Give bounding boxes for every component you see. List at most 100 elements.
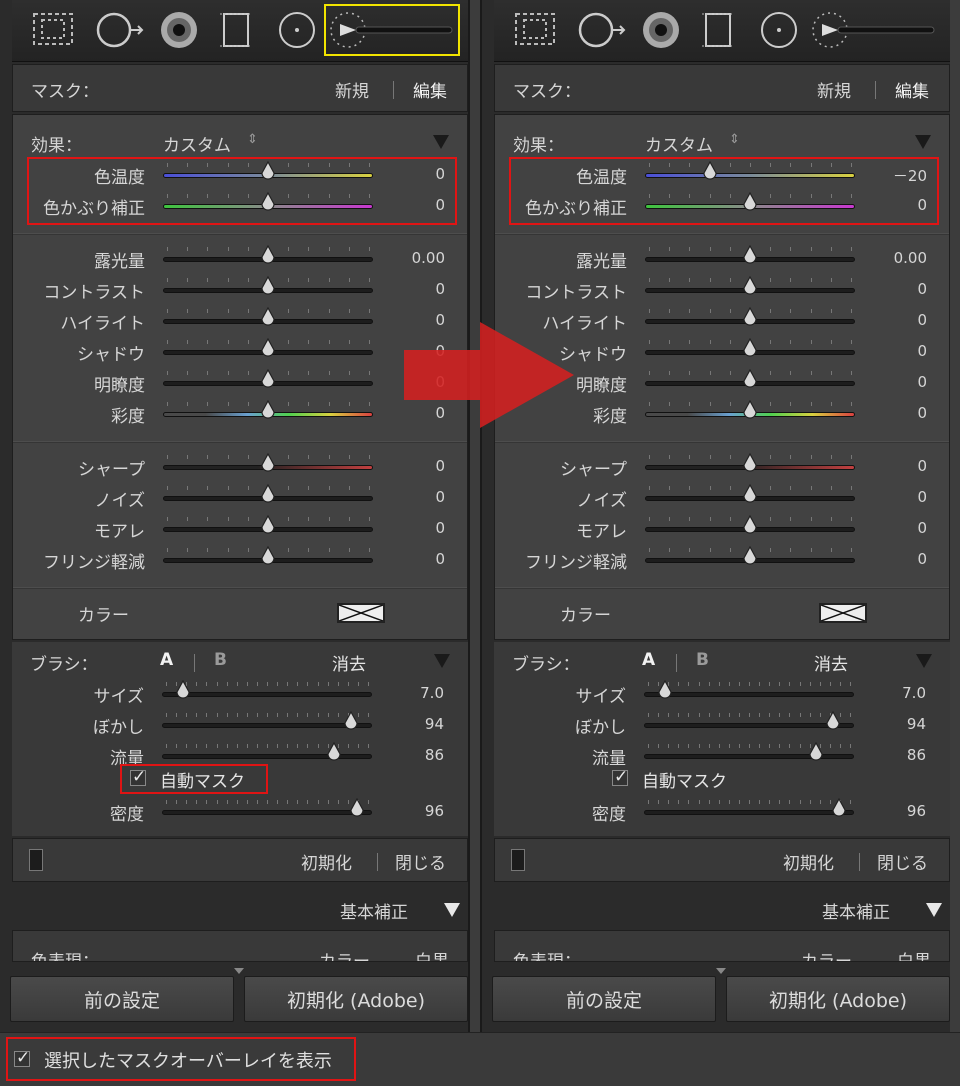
slider-knob-icon[interactable] [742, 453, 758, 475]
reset-adobe-button[interactable]: 初期化 (Adobe) [244, 976, 468, 1022]
close-button[interactable]: 閉じる [877, 849, 928, 874]
slider-g2-2[interactable] [645, 307, 855, 327]
slider-value[interactable]: 86 [866, 746, 926, 764]
brush-a-button[interactable]: A [642, 650, 655, 670]
brush-slider-2[interactable] [162, 742, 372, 762]
color-swatch-button[interactable] [337, 603, 385, 623]
crop-icon-button[interactable] [26, 4, 76, 56]
slider-value[interactable]: 7.0 [384, 684, 444, 702]
radial-filter-icon-button[interactable] [272, 4, 318, 56]
slider-value[interactable]: 0 [385, 519, 445, 537]
radial-filter-icon-button[interactable] [754, 4, 800, 56]
slider-knob-icon[interactable] [742, 245, 758, 267]
reset-button[interactable]: 初期化 [301, 849, 352, 874]
mask-new-link[interactable]: 新規 [335, 77, 369, 102]
treatment-color-button[interactable]: カラー [319, 947, 370, 961]
treatment-bw-button[interactable]: 白黒 [897, 947, 931, 961]
slider-value[interactable]: 0 [385, 457, 445, 475]
slider-g3-1[interactable] [645, 484, 855, 504]
slider-g3-3[interactable] [645, 546, 855, 566]
collapse-triangle-icon[interactable] [434, 654, 450, 668]
slider-knob-icon[interactable] [742, 338, 758, 360]
slider-value[interactable]: 0 [385, 488, 445, 506]
slider-value[interactable]: 0 [867, 550, 927, 568]
treatment-color-button[interactable]: カラー [801, 947, 852, 961]
slider-knob-icon[interactable] [343, 711, 359, 733]
slider-value[interactable]: 0 [867, 280, 927, 298]
basic-panel-title[interactable]: 基本補正 [340, 898, 408, 923]
mask-edit-link[interactable]: 編集 [413, 77, 447, 102]
slider-g2-3[interactable] [645, 338, 855, 358]
slider-g3-0[interactable] [645, 453, 855, 473]
slider-knob-icon[interactable] [260, 245, 276, 267]
toggle-switch[interactable] [511, 849, 525, 871]
collapse-triangle-icon[interactable] [433, 135, 449, 149]
brush-b-button[interactable]: B [214, 650, 227, 670]
slider-knob-icon[interactable] [742, 484, 758, 506]
slider-value[interactable]: 0 [385, 550, 445, 568]
slider-knob-icon[interactable] [260, 546, 276, 568]
slider-knob-icon[interactable] [742, 307, 758, 329]
toggle-switch[interactable] [29, 849, 43, 871]
slider-knob-icon[interactable] [742, 546, 758, 568]
slider-g2-5[interactable] [645, 400, 855, 420]
slider-value[interactable]: 7.0 [866, 684, 926, 702]
slider-g2-0[interactable] [163, 245, 373, 265]
slider-value[interactable]: 94 [384, 715, 444, 733]
slider-knob-icon[interactable] [260, 338, 276, 360]
slider-knob-icon[interactable] [260, 276, 276, 298]
slider-g3-1[interactable] [163, 484, 373, 504]
collapse-triangle-icon[interactable] [926, 903, 942, 917]
slider-value[interactable]: 0.00 [385, 249, 445, 267]
automask-checkbox[interactable] [612, 767, 628, 787]
slider-knob-icon[interactable] [742, 515, 758, 537]
slider-knob-icon[interactable] [742, 276, 758, 298]
slider-value[interactable]: 0 [867, 488, 927, 506]
slider-knob-icon[interactable] [825, 711, 841, 733]
slider-knob-icon[interactable] [326, 742, 342, 764]
slider-g2-0[interactable] [645, 245, 855, 265]
effect-preset-select[interactable]: カスタム [645, 131, 713, 156]
slider-knob-icon[interactable] [260, 515, 276, 537]
slider-knob-icon[interactable] [742, 369, 758, 391]
slider-knob-icon[interactable] [260, 369, 276, 391]
slider-g2-2[interactable] [163, 307, 373, 327]
brush-b-button[interactable]: B [696, 650, 709, 670]
brush-slider-2[interactable] [644, 742, 854, 762]
brush-slider-0[interactable] [162, 680, 372, 700]
close-button[interactable]: 閉じる [395, 849, 446, 874]
previous-settings-button[interactable]: 前の設定 [492, 976, 716, 1022]
adjustment-brush-icon-button[interactable] [324, 4, 460, 56]
red-eye-icon-button[interactable] [152, 4, 202, 56]
slider-value[interactable]: 0 [867, 457, 927, 475]
brush-erase-button[interactable]: 消去 [814, 650, 848, 675]
slider-g2-4[interactable] [645, 369, 855, 389]
spot-removal-icon-button[interactable] [572, 4, 628, 56]
slider-g3-2[interactable] [645, 515, 855, 535]
collapse-triangle-icon[interactable] [916, 654, 932, 668]
slider-knob-icon[interactable] [657, 680, 673, 702]
brush-slider-1[interactable] [162, 711, 372, 731]
slider-knob-icon[interactable] [260, 484, 276, 506]
slider-knob-icon[interactable] [742, 400, 758, 422]
slider-g3-0[interactable] [163, 453, 373, 473]
crop-icon-button[interactable] [508, 4, 558, 56]
basic-panel-title[interactable]: 基本補正 [822, 898, 890, 923]
slider-knob-icon[interactable] [349, 798, 365, 820]
slider-value[interactable]: 0 [867, 404, 927, 422]
slider-value[interactable]: 0 [867, 519, 927, 537]
brush-slider-1[interactable] [644, 711, 854, 731]
spot-removal-icon-button[interactable] [90, 4, 146, 56]
slider-knob-icon[interactable] [260, 400, 276, 422]
slider-value[interactable]: 86 [384, 746, 444, 764]
treatment-bw-button[interactable]: 白黒 [415, 947, 449, 961]
previous-settings-button[interactable]: 前の設定 [10, 976, 234, 1022]
slider-value[interactable]: 0 [385, 280, 445, 298]
collapse-triangle-icon[interactable] [915, 135, 931, 149]
density-slider[interactable] [162, 798, 372, 818]
slider-g3-3[interactable] [163, 546, 373, 566]
slider-value[interactable]: 96 [866, 802, 926, 820]
slider-g2-4[interactable] [163, 369, 373, 389]
color-swatch-button[interactable] [819, 603, 867, 623]
slider-value[interactable]: 96 [384, 802, 444, 820]
